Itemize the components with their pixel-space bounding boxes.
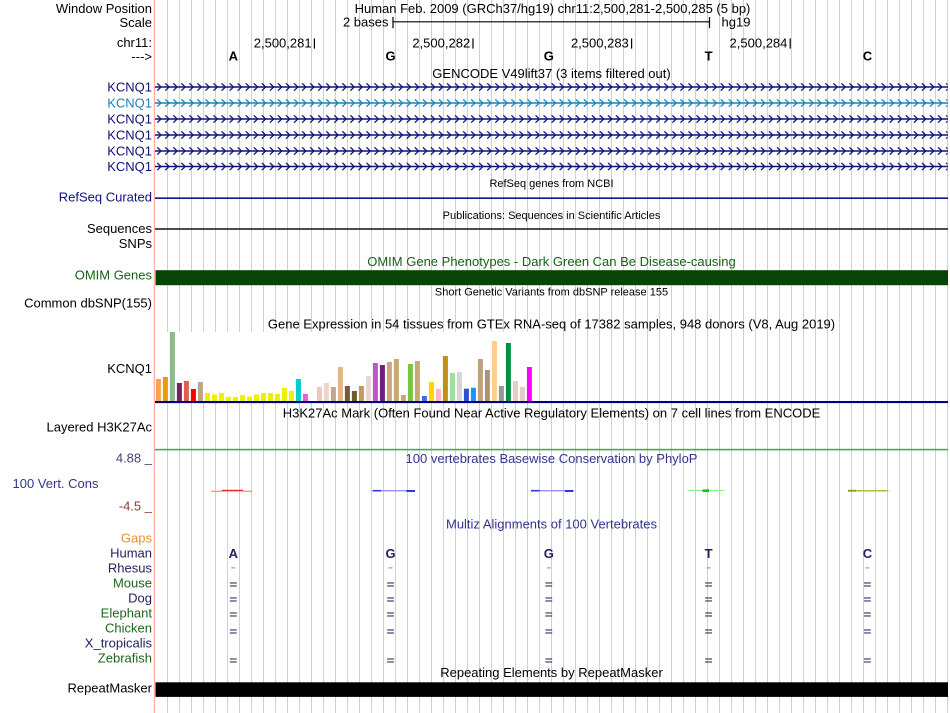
svg-text:OMIM Genes: OMIM Genes <box>75 268 153 283</box>
svg-text:G: G <box>385 49 395 64</box>
svg-text:KCNQ1: KCNQ1 <box>107 361 152 376</box>
svg-text:C: C <box>863 546 873 561</box>
svg-text:hg19: hg19 <box>722 15 751 30</box>
svg-text:OMIM Gene Phenotypes - Dark Gr: OMIM Gene Phenotypes - Dark Green Can Be… <box>367 254 736 269</box>
svg-text:H3K27Ac Mark (Often Found Near: H3K27Ac Mark (Often Found Near Active Re… <box>283 406 821 421</box>
svg-text:KCNQ1: KCNQ1 <box>107 144 152 159</box>
svg-text:Publications: Sequences in Sci: Publications: Sequences in Scientific Ar… <box>443 210 661 222</box>
svg-text:100 vertebrates Basewise Conse: 100 vertebrates Basewise Conservation by… <box>406 451 698 466</box>
svg-text:KCNQ1: KCNQ1 <box>107 159 152 174</box>
svg-text:G: G <box>544 546 554 561</box>
svg-text:RefSeq genes from NCBI: RefSeq genes from NCBI <box>489 178 613 190</box>
svg-text:KCNQ1: KCNQ1 <box>107 80 152 95</box>
svg-text:Sequences: Sequences <box>87 221 153 236</box>
svg-text:2,500,282: 2,500,282 <box>412 35 470 50</box>
svg-text:Layered H3K27Ac: Layered H3K27Ac <box>46 420 152 435</box>
svg-text:RepeatMasker: RepeatMasker <box>67 681 152 696</box>
svg-text:2,500,284: 2,500,284 <box>730 35 788 50</box>
svg-text:Zebrafish: Zebrafish <box>98 651 152 666</box>
svg-text:Gene Expression in 54 tissues: Gene Expression in 54 tissues from GTEx … <box>268 317 835 332</box>
svg-text:Scale: Scale <box>119 15 152 30</box>
svg-text:Elephant: Elephant <box>101 606 153 621</box>
svg-text:KCNQ1: KCNQ1 <box>107 96 152 111</box>
svg-text:Window Position: Window Position <box>56 1 152 16</box>
svg-text:Multiz Alignments of 100 Verte: Multiz Alignments of 100 Vertebrates <box>446 517 658 532</box>
svg-text:-4.5 _: -4.5 _ <box>119 499 153 514</box>
svg-text:A: A <box>229 49 239 64</box>
svg-text:X_tropicalis: X_tropicalis <box>85 636 153 651</box>
svg-text:A: A <box>229 546 239 561</box>
svg-text:2,500,283: 2,500,283 <box>571 35 629 50</box>
svg-text:T: T <box>705 49 713 64</box>
svg-text:chr11:: chr11: <box>117 35 152 50</box>
svg-text:Chicken: Chicken <box>105 621 152 636</box>
svg-text:RefSeq Curated: RefSeq Curated <box>59 190 152 205</box>
svg-text:100 Vert. Cons: 100 Vert. Cons <box>13 476 99 491</box>
svg-text:C: C <box>863 49 873 64</box>
svg-text:KCNQ1: KCNQ1 <box>107 112 152 127</box>
svg-text:2,500,281: 2,500,281 <box>254 35 312 50</box>
svg-text:Human: Human <box>110 546 152 561</box>
svg-text:SNPs: SNPs <box>119 236 153 251</box>
svg-text:2 bases: 2 bases <box>343 15 389 30</box>
svg-text:Repeating Elements by RepeatMa: Repeating Elements by RepeatMasker <box>440 665 663 680</box>
svg-text:Rhesus: Rhesus <box>108 561 153 576</box>
svg-text:Short Genetic Variants from db: Short Genetic Variants from dbSNP releas… <box>435 287 668 299</box>
svg-text:Mouse: Mouse <box>113 576 152 591</box>
svg-text:T: T <box>705 546 713 561</box>
svg-text:--->: ---> <box>131 49 152 64</box>
svg-text:Human Feb. 2009 (GRCh37/hg19): Human Feb. 2009 (GRCh37/hg19) chr11:2,50… <box>355 1 751 16</box>
svg-text:GENCODE V49lift37 (3 items fil: GENCODE V49lift37 (3 items filtered out) <box>432 66 670 81</box>
svg-text:Gaps: Gaps <box>121 531 153 546</box>
svg-text:G: G <box>385 546 395 561</box>
svg-text:G: G <box>544 49 554 64</box>
svg-text:4.88 _: 4.88 _ <box>116 451 153 466</box>
svg-text:Dog: Dog <box>128 591 152 606</box>
svg-text:Common dbSNP(155): Common dbSNP(155) <box>24 296 152 311</box>
svg-text:KCNQ1: KCNQ1 <box>107 128 152 143</box>
